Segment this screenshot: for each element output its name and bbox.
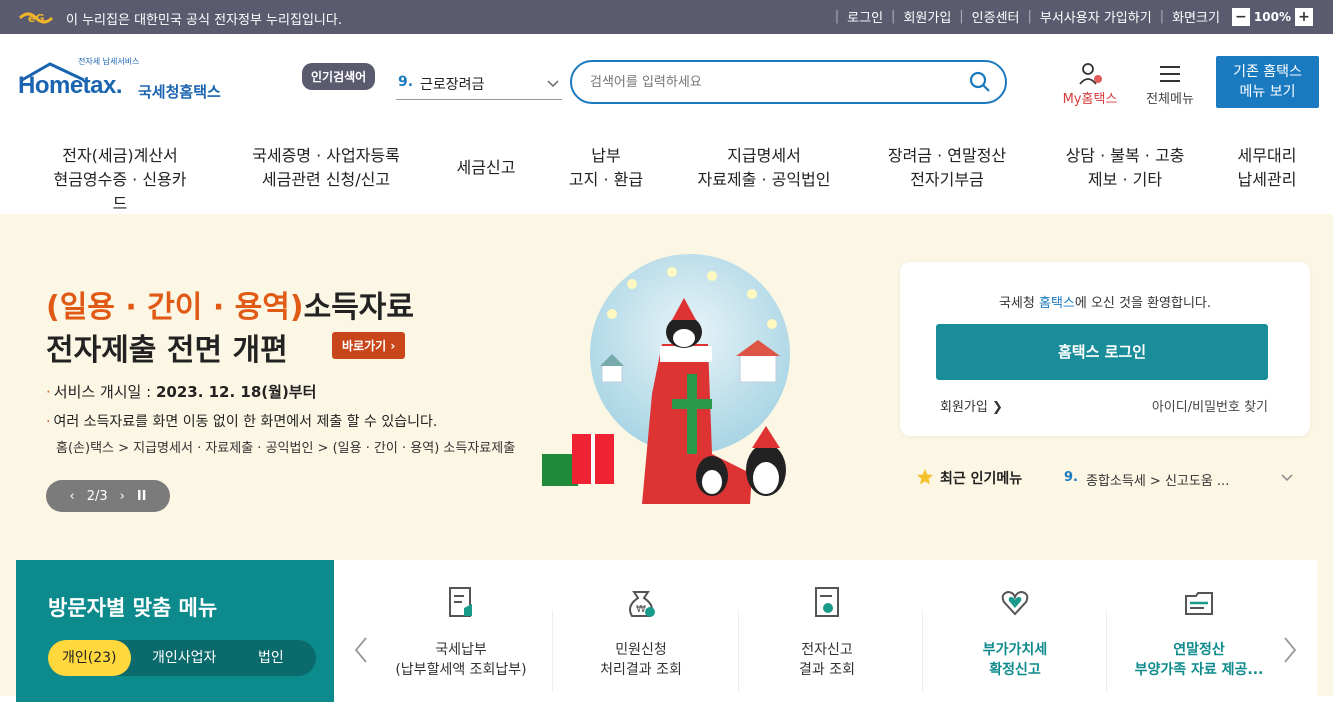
quick-item-vat-filing[interactable]: 부가가치세 확정신고 [930,584,1100,694]
chevron-left-icon[interactable] [352,636,372,664]
banner-service-date: · 서비스 개시일 : 2023. 12. 18(월)부터 [46,383,317,401]
old-menu-line1: 기존 홈택스 [1233,64,1302,80]
folder-doc-icon [1185,592,1213,615]
banner-description: · 여러 소득자료를 화면 이동 없이 한 화면에서 제출 할 수 있습니다. [46,414,438,430]
pager-next-button[interactable]: › [120,489,125,504]
logo-korean: 국세청홈택스 [138,83,221,101]
header: 전자세 납세서비스 Hometax. 국세청홈택스 인기검색어 9. 근로장려금… [0,34,1333,130]
quick-item-e-filing-result[interactable]: 전자신고 결과 조회 [742,584,912,694]
old-menu-button[interactable]: 기존 홈택스 메뉴 보기 [1216,56,1319,108]
nav-e-invoice[interactable]: 전자(세금)계산서 현금영수증 · 신용카드 [50,144,190,216]
nav-tax-certificate[interactable]: 국세증명 · 사업자등록 세금관련 신청/신고 [236,144,416,192]
zoom-out-button[interactable]: − [1231,7,1250,26]
chevron-down-icon [1281,474,1293,482]
find-id-password-link[interactable]: 아이디/비밀번호 찾기 [1152,396,1268,415]
tab-corporation[interactable]: 법인 [258,640,284,676]
tab-individual-business[interactable]: 개인사업자 [152,640,216,676]
signup-button[interactable]: 회원가입 ❯ [940,396,1003,415]
nav-tax-agent[interactable]: 세무대리 납세관리 [1222,144,1312,192]
logo-tagline: 전자세 납세서비스 [78,57,140,66]
banner-goto-button[interactable]: 바로가기 › [332,332,406,359]
popular-search-badge: 인기검색어 [302,63,376,90]
old-menu-line2: 메뉴 보기 [1239,84,1296,100]
quick-item-civil-petition[interactable]: ₩ 민원신청 처리결과 조회 [556,584,726,694]
bottom-section: 방문자별 맞춤 메뉴 개인(23) 개인사업자 법인 국세납부 (납부할세액 조회… [0,554,1333,702]
banner-title-line2: 전자제출 전면 개편 [46,333,288,368]
gov-notice-bar: eG 이 누리집은 대한민국 공식 전자정부 누리집입니다. | 로그인 | 회… [0,0,1333,34]
dept-user-signup-link[interactable]: 부서사용자 가입하기 [1040,7,1152,26]
visitor-menu-panel: 방문자별 맞춤 메뉴 개인(23) 개인사업자 법인 [16,560,334,702]
pager-pause-button[interactable]: II [137,489,147,504]
my-hometax-button[interactable]: My홈택스 [1054,62,1126,110]
banner-menu-path: 홈(손)택스 > 지급명세서 · 자료제출 · 공익법인 > (일용 · 간이 … [56,441,516,456]
user-icon [1079,63,1102,85]
svg-text:eG: eG [28,12,45,25]
main-navigation: 전자(세금)계산서 현금영수증 · 신용카드 국세증명 · 사업자등록 세금관련 신… [0,130,1333,214]
certificate-center-link[interactable]: 인증센터 [972,7,1020,26]
recent-menu-label: 최근 인기메뉴 [940,471,1023,487]
logo-text: Hometax. [18,72,123,99]
hometax-login-button[interactable]: 홈택스 로그인 [936,324,1268,380]
hero-banner: (일용 · 간이 · 용역)소득자료 전자제출 전면 개편 바로가기 › · 서비… [0,214,1333,554]
egov-logo-icon: eG [18,12,54,25]
nav-tax-filing[interactable]: 세금신고 [438,156,534,180]
nav-consult-appeal[interactable]: 상담 · 불복 · 고충 제보 · 기타 [1050,144,1200,192]
nav-incentive-settlement[interactable]: 장려금 · 연말정산 전자기부금 [872,144,1022,192]
document-check-icon [815,587,839,617]
pager-prev-button[interactable]: ‹ [69,489,74,504]
quick-item-year-end-settlement[interactable]: 연말정산 부양가족 자료 제공... [1114,584,1284,694]
recent-popular-menu[interactable]: 최근 인기메뉴 9. 종합소득세 > 신고도움 ... [900,450,1310,508]
all-menu-label: 전체메뉴 [1146,92,1194,107]
banner-title-line1: (일용 · 간이 · 용역)소득자료 [46,290,414,325]
tab-individual[interactable]: 개인(23) [48,640,131,676]
visitor-menu-title: 방문자별 맞춤 메뉴 [48,596,218,620]
pager-status: 2/3 [86,488,108,504]
search-icon[interactable] [969,71,991,93]
visitor-tabs: 개인(23) 개인사업자 법인 [48,640,316,676]
svg-text:₩: ₩ [636,604,646,615]
search-box [570,60,1007,104]
tax-payment-icon [449,587,472,617]
login-card: 국세청 홈택스에 오신 것을 환영합니다. 홈택스 로그인 회원가입 ❯ 아이디… [900,262,1310,436]
hamburger-icon [1160,66,1180,82]
zoom-in-button[interactable]: + [1295,7,1313,26]
money-bag-icon: ₩ [629,591,655,617]
login-link[interactable]: 로그인 [847,7,883,26]
signup-link[interactable]: 회원가입 [903,7,951,26]
popular-search-select[interactable]: 9. 근로장려금 [396,68,562,100]
heart-hands-icon [1001,590,1029,616]
recent-menu-text: 종합소득세 > 신고도움 ... [1086,474,1230,489]
my-hometax-label: My홈택스 [1062,92,1118,107]
hometax-logo[interactable]: 전자세 납세서비스 Hometax. 국세청홈택스 [18,56,248,112]
chevron-down-icon [547,80,559,88]
screen-size-label: 화면크기 [1172,11,1220,26]
zoom-level: 100% [1253,9,1291,24]
gov-notice-text: 이 누리집은 대한민국 공식 전자정부 누리집입니다. [66,13,342,28]
quick-menu: 국세납부 (납부할세액 조회납부) ₩ 민원신청 처리결과 조회 전자신고 결과 조회 [334,560,1317,702]
nav-payment-statement[interactable]: 지급명세서 자료제출 · 공익법인 [684,144,844,192]
banner-pager: ‹ 2/3 › II [46,480,170,512]
all-menu-button[interactable]: 전체메뉴 [1138,62,1202,110]
nav-payment[interactable]: 납부 고지 · 환급 [556,144,656,192]
welcome-text: 국세청 홈택스에 오신 것을 환영합니다. [998,296,1212,311]
quick-item-tax-payment[interactable]: 국세납부 (납부할세액 조회납부) [376,584,546,694]
search-input[interactable] [590,72,950,92]
popular-rank: 9. [398,74,414,90]
recent-menu-rank: 9. [1064,470,1078,485]
star-icon [917,469,933,485]
popular-term: 근로장려금 [420,77,485,93]
christmas-illustration [542,254,790,504]
